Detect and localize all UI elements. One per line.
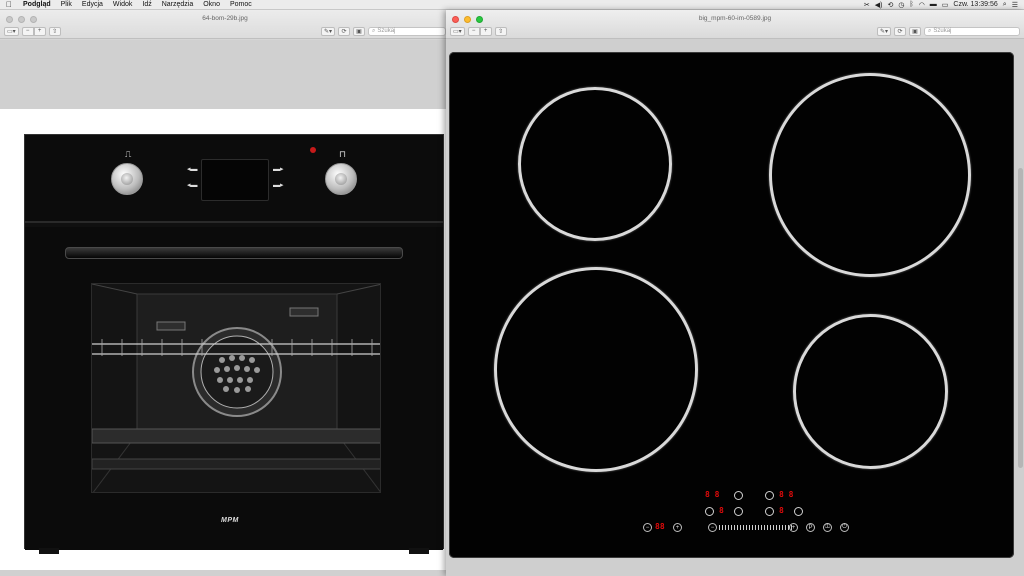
toolbox-icon[interactable]: ▣: [353, 26, 365, 36]
zoom-in-icon[interactable]: +: [33, 26, 46, 36]
oven: ⎍ ◂▬ ◂▬ ▬▸ ▬▸ ⊓ MPM: [24, 134, 444, 554]
menubar:  Podgląd Plik Edycja Widok Idź Narzędzi…: [0, 0, 1024, 10]
flag-icon[interactable]: ▬: [930, 1, 937, 8]
zoom-group: − +: [21, 26, 46, 36]
toolbar: ▭▾ − + ⇧ ✎▾ ⟳ ▣ ⌕ Szukaj: [450, 26, 1020, 36]
rotate-icon[interactable]: ⟳: [338, 26, 350, 36]
zone-select-button[interactable]: [734, 507, 743, 516]
preview-window-hob: big_mpm-60-im-0589.jpg ▭▾ − + ⇧ ✎▾ ⟳ ▣ ⌕…: [446, 10, 1024, 576]
rotate-icon[interactable]: ⟳: [894, 26, 906, 36]
vertical-scrollbar[interactable]: [1018, 168, 1023, 468]
timer-plus-icon[interactable]: +: [673, 523, 682, 532]
zone-display-top-left: 8 8: [705, 490, 720, 499]
zoom-group: − +: [467, 26, 492, 36]
status-area: ✂ ◀) ⟲ ◷ ᛒ ◠ ▬ ▭ Czw. 13:39:56 ⌕ ☰: [864, 1, 1024, 9]
zoom-in-icon[interactable]: +: [479, 26, 492, 36]
image-canvas: 8 8 8 8 8 8 − 88 + − + P ⚿ ⏻: [446, 40, 1024, 576]
zone-select-button[interactable]: [765, 491, 774, 500]
battery-icon[interactable]: ▭: [942, 1, 949, 9]
share-icon[interactable]: ⇧: [48, 26, 61, 36]
sidebar-toggle-icon[interactable]: ▭▾: [4, 26, 19, 36]
door-handle: [65, 247, 403, 259]
zone-select-button[interactable]: [794, 507, 803, 516]
bluetooth-icon[interactable]: ᛒ: [909, 1, 913, 8]
window-title: 64-bom-29b.jpg: [202, 15, 248, 22]
temperature-knob: [325, 163, 357, 195]
slider-minus-icon[interactable]: −: [708, 523, 717, 532]
timer-minus-icon[interactable]: −: [643, 523, 652, 532]
search-icon: ⌕: [928, 27, 932, 34]
power-indicator: [310, 147, 316, 153]
menu-pomoc[interactable]: Pomoc: [225, 1, 257, 8]
zone-display-mid-left: 8: [719, 506, 724, 515]
window-title: big_mpm-60-im-0589.jpg: [698, 15, 772, 22]
notification-center-icon[interactable]: ☰: [1012, 1, 1018, 9]
oven-window: [91, 283, 381, 493]
panel-button-icon: ▬▸: [273, 182, 284, 189]
panel-button-icon: ◂▬: [187, 182, 198, 189]
menu-edycja[interactable]: Edycja: [77, 1, 108, 8]
share-icon[interactable]: ⇧: [494, 26, 507, 36]
sync-icon[interactable]: ⟲: [888, 1, 894, 9]
menu-idz[interactable]: Idź: [137, 1, 156, 8]
volume-icon[interactable]: ◀): [875, 1, 883, 9]
sidebar-toggle-icon[interactable]: ▭▾: [450, 26, 465, 36]
zone-select-button[interactable]: [734, 491, 743, 500]
window-titlebar: 64-bom-29b.jpg ▭▾ − + ⇧ ✎▾ ⟳ ▣ ⌕ Szukaj: [0, 10, 450, 39]
timer-display: 88: [655, 522, 665, 531]
menu-app[interactable]: Podgląd: [18, 1, 56, 8]
induction-hob: 8 8 8 8 8 8 − 88 + − + P ⚿ ⏻: [449, 52, 1014, 558]
cooking-zone-front-left: [494, 267, 698, 472]
search-input[interactable]: ⌕ Szukaj: [368, 26, 446, 36]
slider-plus-icon[interactable]: +: [789, 523, 798, 532]
menu-plik[interactable]: Plik: [56, 1, 77, 8]
oven-interior-illustration: [92, 284, 380, 492]
thermometer-icon: ⊓: [339, 149, 347, 159]
window-titlebar: big_mpm-60-im-0589.jpg ▭▾ − + ⇧ ✎▾ ⟳ ▣ ⌕…: [446, 10, 1024, 39]
toolbar: ▭▾ − + ⇧ ✎▾ ⟳ ▣ ⌕ Szukaj: [4, 26, 446, 36]
toolbox-icon[interactable]: ▣: [909, 26, 921, 36]
tools-icon[interactable]: ✂: [864, 1, 870, 9]
apple-icon[interactable]: : [0, 0, 18, 9]
spotlight-icon[interactable]: ⌕: [1003, 1, 1007, 9]
image-canvas: ⎍ ◂▬ ◂▬ ▬▸ ▬▸ ⊓ MPM: [0, 40, 450, 576]
cooking-zone-rear-left: [518, 87, 672, 241]
boost-icon[interactable]: P: [806, 523, 815, 532]
function-knob: [111, 163, 143, 195]
clock[interactable]: Czw. 13:39:56: [953, 1, 997, 8]
oven-image: ⎍ ◂▬ ◂▬ ▬▸ ▬▸ ⊓ MPM: [0, 109, 446, 570]
markup-icon[interactable]: ✎▾: [320, 26, 335, 36]
zoom-out-icon[interactable]: −: [21, 26, 34, 36]
oven-foot: [39, 548, 59, 554]
oven-display: [201, 159, 269, 201]
menu-narzedzia[interactable]: Narzędzia: [157, 1, 199, 8]
zone-display-mid-right: 8: [779, 506, 784, 515]
panel-button-icon: ▬▸: [273, 166, 284, 173]
brand-logo: MPM: [221, 517, 239, 524]
time-machine-icon[interactable]: ◷: [898, 1, 904, 9]
oven-control-panel: ⎍ ◂▬ ◂▬ ▬▸ ▬▸ ⊓: [25, 135, 443, 223]
zoom-out-icon[interactable]: −: [467, 26, 480, 36]
cooking-zone-front-right: [793, 314, 948, 469]
wifi-icon[interactable]: ◠: [919, 1, 925, 9]
search-input[interactable]: ⌕ Szukaj: [924, 26, 1020, 36]
menu-widok[interactable]: Widok: [108, 1, 137, 8]
oven-foot: [409, 548, 429, 554]
power-slider[interactable]: [719, 525, 793, 530]
menu-okno[interactable]: Okno: [198, 1, 225, 8]
power-icon[interactable]: ⏻: [840, 523, 849, 532]
markup-icon[interactable]: ✎▾: [876, 26, 891, 36]
preview-window-oven: 64-bom-29b.jpg ▭▾ − + ⇧ ✎▾ ⟳ ▣ ⌕ Szukaj …: [0, 10, 450, 576]
function-symbol-icon: ⎍: [125, 149, 132, 159]
cooking-zone-rear-right: [769, 73, 971, 277]
search-placeholder: Szukaj: [377, 28, 396, 34]
search-placeholder: Szukaj: [933, 28, 952, 34]
lock-icon[interactable]: ⚿: [823, 523, 832, 532]
search-icon: ⌕: [372, 27, 376, 34]
panel-button-icon: ◂▬: [187, 166, 198, 173]
zone-display-top-right: 8 8: [779, 490, 794, 499]
zone-select-button[interactable]: [765, 507, 774, 516]
zone-select-button[interactable]: [705, 507, 714, 516]
